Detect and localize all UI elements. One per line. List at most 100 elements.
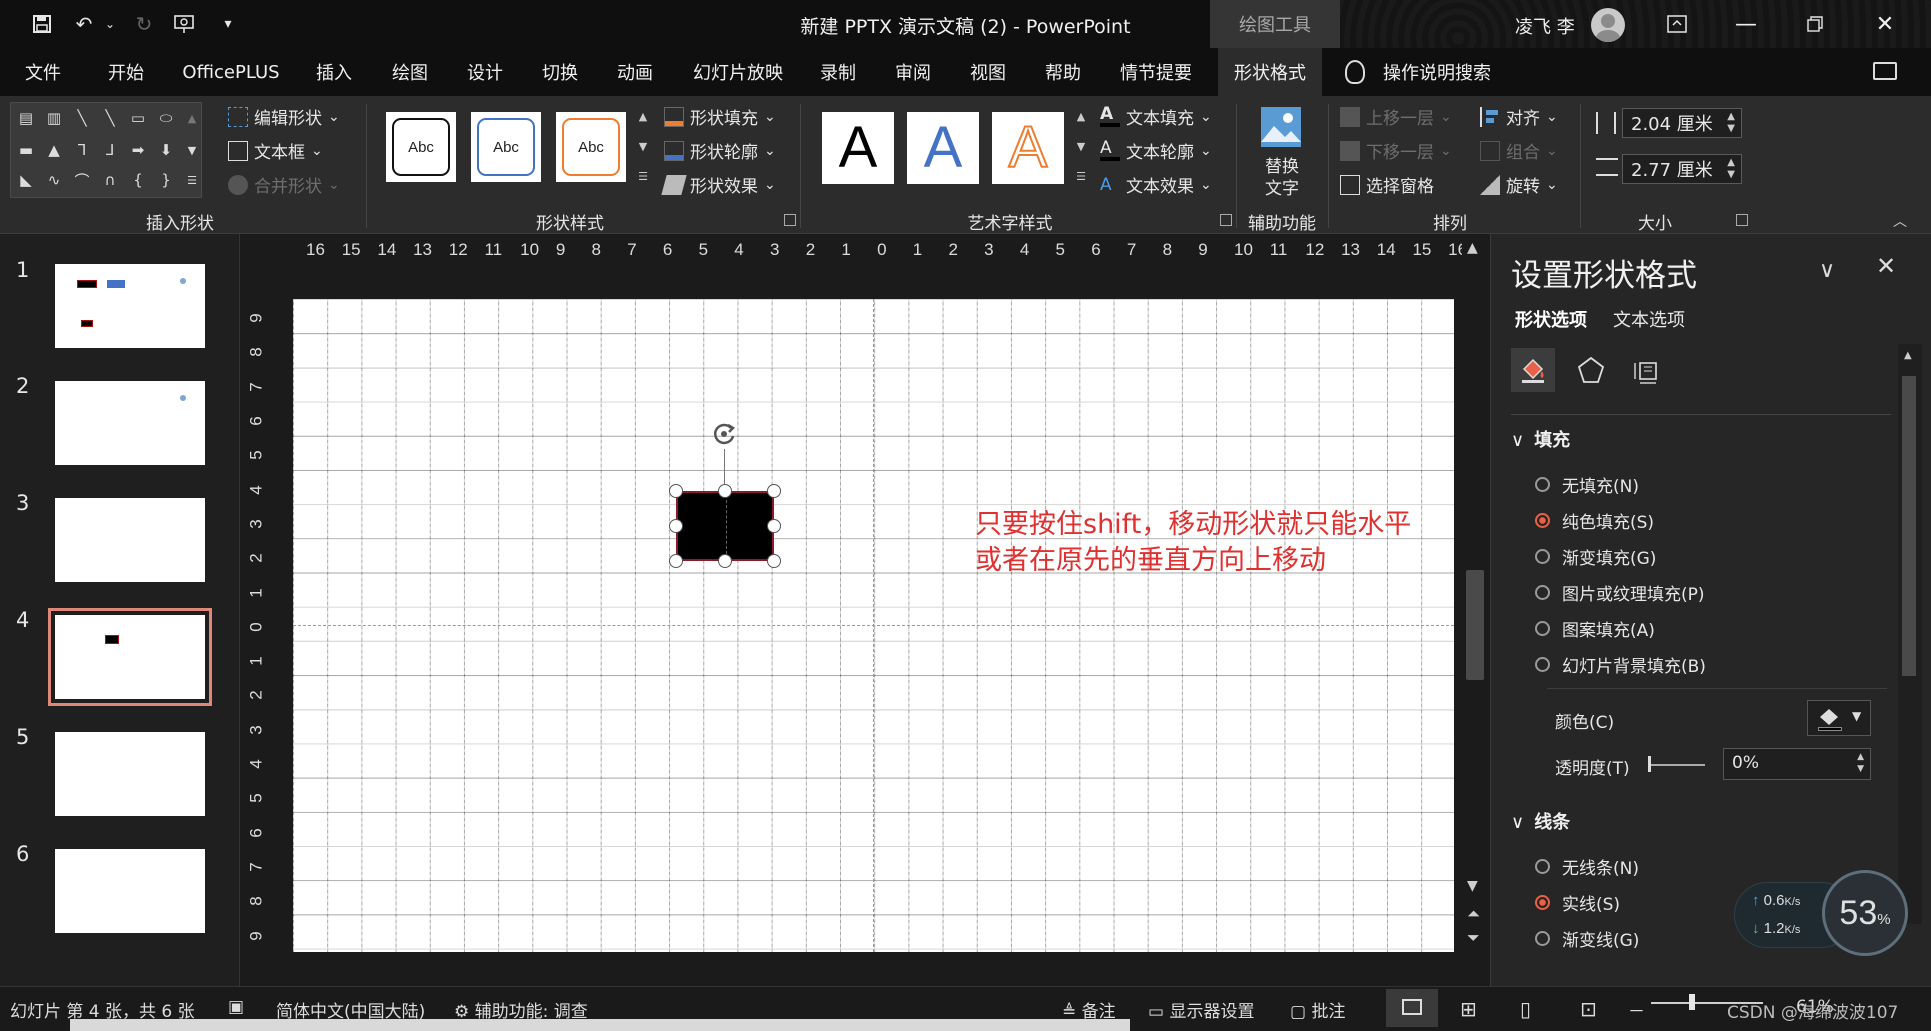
tab-review[interactable]: 审阅 bbox=[883, 48, 943, 96]
scroll-up-icon[interactable]: ▲ bbox=[1467, 240, 1478, 256]
height-spinner-icon[interactable]: ▲ ▼ bbox=[1727, 111, 1735, 135]
slide-thumbnail-4[interactable] bbox=[48, 608, 212, 706]
effects-pentagon-icon[interactable] bbox=[1569, 348, 1613, 392]
shape-style-orange[interactable]: Abc bbox=[556, 112, 626, 182]
wordart-launcher-icon[interactable] bbox=[1220, 214, 1232, 226]
tab-file[interactable]: 文件 bbox=[10, 48, 76, 96]
ribbon-display-icon[interactable] bbox=[1654, 8, 1700, 40]
previous-slide-icon[interactable]: ⏶ bbox=[1467, 904, 1480, 924]
spellcheck-icon[interactable]: ▣ bbox=[228, 997, 244, 1017]
shape-height-input[interactable]: 2.04 厘米 ▲ ▼ bbox=[1622, 108, 1742, 138]
arrow-line-shape-icon[interactable]: ╲ bbox=[99, 107, 121, 129]
rotation-handle-icon[interactable] bbox=[709, 419, 739, 449]
alt-text-button[interactable]: 替换 文字 bbox=[1261, 156, 1303, 200]
slide-thumbnail-1[interactable] bbox=[55, 264, 205, 348]
radio-solid-fill[interactable]: 纯色填充(S) bbox=[1535, 508, 1654, 533]
slide-thumbnail-5[interactable] bbox=[55, 732, 205, 816]
radio-no-fill[interactable]: 无填充(N) bbox=[1535, 472, 1639, 497]
scribble-shape-icon[interactable]: ∿ bbox=[43, 169, 65, 191]
slide-thumbnail-6[interactable] bbox=[55, 849, 205, 933]
next-slide-icon[interactable]: ⏷ bbox=[1467, 928, 1480, 948]
shape-outline-button[interactable]: 形状轮廓 bbox=[664, 138, 776, 163]
resize-handle-bottom[interactable] bbox=[718, 554, 732, 568]
width-spinner-icon[interactable]: ▲ ▼ bbox=[1727, 157, 1735, 181]
pane-options-icon[interactable]: ∨ bbox=[1819, 258, 1835, 283]
gallery-up-icon[interactable]: ▲ bbox=[181, 107, 203, 129]
edit-shape-button[interactable]: 编辑形状 bbox=[228, 104, 340, 129]
radio-slide-background-fill[interactable]: 幻灯片背景填充(B) bbox=[1535, 652, 1706, 677]
oval-shape-icon[interactable]: ⬭ bbox=[155, 107, 177, 129]
slide-thumbnail-2[interactable] bbox=[55, 381, 205, 465]
right-brace-shape-icon[interactable]: } bbox=[155, 169, 177, 191]
wordart-style-orange-outline[interactable]: A bbox=[992, 112, 1064, 184]
collapse-ribbon-icon[interactable]: ︿ bbox=[1893, 211, 1907, 231]
resize-handle-top-right[interactable] bbox=[767, 484, 781, 498]
slideshow-view-icon[interactable]: ⊡ bbox=[1580, 997, 1597, 1021]
size-properties-icon[interactable] bbox=[1625, 348, 1669, 392]
comments-button[interactable]: ▢ 批注 bbox=[1290, 997, 1345, 1022]
avatar[interactable] bbox=[1591, 8, 1625, 42]
tab-insert[interactable]: 插入 bbox=[304, 48, 364, 96]
gallery-down-icon[interactable]: ▼ bbox=[181, 139, 203, 161]
shape-style-blue[interactable]: Abc bbox=[471, 112, 541, 182]
close-icon[interactable]: ✕ bbox=[1862, 8, 1908, 40]
user-name[interactable]: 凌飞 李 bbox=[1515, 13, 1575, 39]
pane-scrollbar-thumb[interactable] bbox=[1902, 376, 1916, 676]
line-shape-icon[interactable]: ╲ bbox=[71, 107, 93, 129]
radio-gradient-line[interactable]: 渐变线(G) bbox=[1535, 926, 1639, 951]
pane-scrollbar[interactable]: ▲ bbox=[1898, 344, 1922, 924]
scrollbar-thumb[interactable] bbox=[1466, 570, 1484, 680]
rectangle-shape-icon[interactable]: ▭ bbox=[127, 107, 149, 129]
network-speed-widget[interactable]: ↑ 0.6K/s ↓ 1.2K/s 53% bbox=[1734, 870, 1924, 974]
redo-icon[interactable]: ↻ bbox=[130, 10, 158, 38]
tab-animations[interactable]: 动画 bbox=[605, 48, 665, 96]
color-picker-button[interactable]: ▼ bbox=[1807, 700, 1871, 736]
canvas-vertical-scrollbar[interactable]: ▲ ▼ ⏶ ⏷ bbox=[1462, 234, 1488, 986]
normal-view-button[interactable] bbox=[1386, 989, 1438, 1027]
tab-record[interactable]: 录制 bbox=[808, 48, 868, 96]
radio-pattern-fill[interactable]: 图案填充(A) bbox=[1535, 616, 1655, 641]
radio-picture-fill[interactable]: 图片或纹理填充(P) bbox=[1535, 580, 1705, 605]
size-launcher-icon[interactable] bbox=[1736, 214, 1748, 226]
transparency-spinner-icon[interactable]: ▲ ▼ bbox=[1857, 751, 1864, 775]
resize-handle-bottom-right[interactable] bbox=[767, 554, 781, 568]
resize-handle-bottom-left[interactable] bbox=[669, 554, 683, 568]
fill-line-icon[interactable] bbox=[1511, 348, 1555, 392]
radio-solid-line[interactable]: 实线(S) bbox=[1535, 890, 1620, 915]
customize-quick-access-icon[interactable]: ▾ bbox=[214, 10, 242, 38]
slide-thumbnail-3[interactable] bbox=[55, 498, 205, 582]
zoom-out-button[interactable]: － bbox=[1628, 997, 1645, 1022]
text-effects-button[interactable]: A 文本效果 bbox=[1100, 172, 1212, 198]
tab-shape-format[interactable]: 形状格式 bbox=[1218, 48, 1322, 96]
shapes-gallery[interactable]: ▤ ▥ ╲ ╲ ▭ ⬭ ▬ ▲ ⅂ ⅃ ➡ ⬇ ◣ ∿ ⌒ ∩ { } ▲ ▼ … bbox=[10, 102, 202, 198]
shape-effects-button[interactable]: 形状效果 bbox=[661, 172, 776, 197]
slide-sorter-view-icon[interactable]: ⊞ bbox=[1460, 997, 1477, 1021]
save-icon[interactable] bbox=[28, 10, 56, 38]
pane-close-icon[interactable]: ✕ bbox=[1876, 252, 1896, 280]
radio-gradient-fill[interactable]: 渐变填充(G) bbox=[1535, 544, 1656, 569]
transparency-slider[interactable] bbox=[1649, 764, 1705, 766]
selection-pane-button[interactable]: 选择窗格 bbox=[1340, 172, 1434, 197]
triangle-shape-icon[interactable]: ▲ bbox=[43, 139, 65, 161]
tab-officeplus[interactable]: OfficePLUS bbox=[170, 48, 292, 96]
shape-width-input[interactable]: 2.77 厘米 ▲ ▼ bbox=[1622, 154, 1742, 184]
curve-shape-icon[interactable]: ∩ bbox=[99, 169, 121, 191]
gallery-more-icon[interactable]: ☰ bbox=[181, 169, 203, 191]
scroll-down-icon[interactable]: ▼ bbox=[1467, 878, 1478, 894]
right-arrow-shape-icon[interactable]: ➡ bbox=[127, 139, 149, 161]
fill-section-header[interactable]: 填充 bbox=[1511, 426, 1570, 452]
wordart-style-black[interactable]: A bbox=[822, 112, 894, 184]
restore-icon[interactable] bbox=[1792, 8, 1838, 40]
tab-help[interactable]: 帮助 bbox=[1033, 48, 1093, 96]
presenter-icon[interactable] bbox=[170, 10, 198, 38]
tab-slideshow[interactable]: 幻灯片放映 bbox=[682, 48, 794, 96]
resize-handle-left[interactable] bbox=[669, 519, 683, 533]
resize-handle-right[interactable] bbox=[767, 519, 781, 533]
shape-fill-button[interactable]: 形状填充 bbox=[664, 104, 776, 129]
wordart-gallery-scroll[interactable]: ▲ ▼ ☰ bbox=[1072, 102, 1090, 194]
undo-icon[interactable]: ↶ bbox=[70, 10, 98, 38]
rounded-rect-shape-icon[interactable]: ▬ bbox=[15, 139, 37, 161]
arc-shape-icon[interactable]: ⌒ bbox=[71, 169, 93, 191]
tab-draw[interactable]: 绘图 bbox=[380, 48, 440, 96]
tab-home[interactable]: 开始 bbox=[96, 48, 156, 96]
